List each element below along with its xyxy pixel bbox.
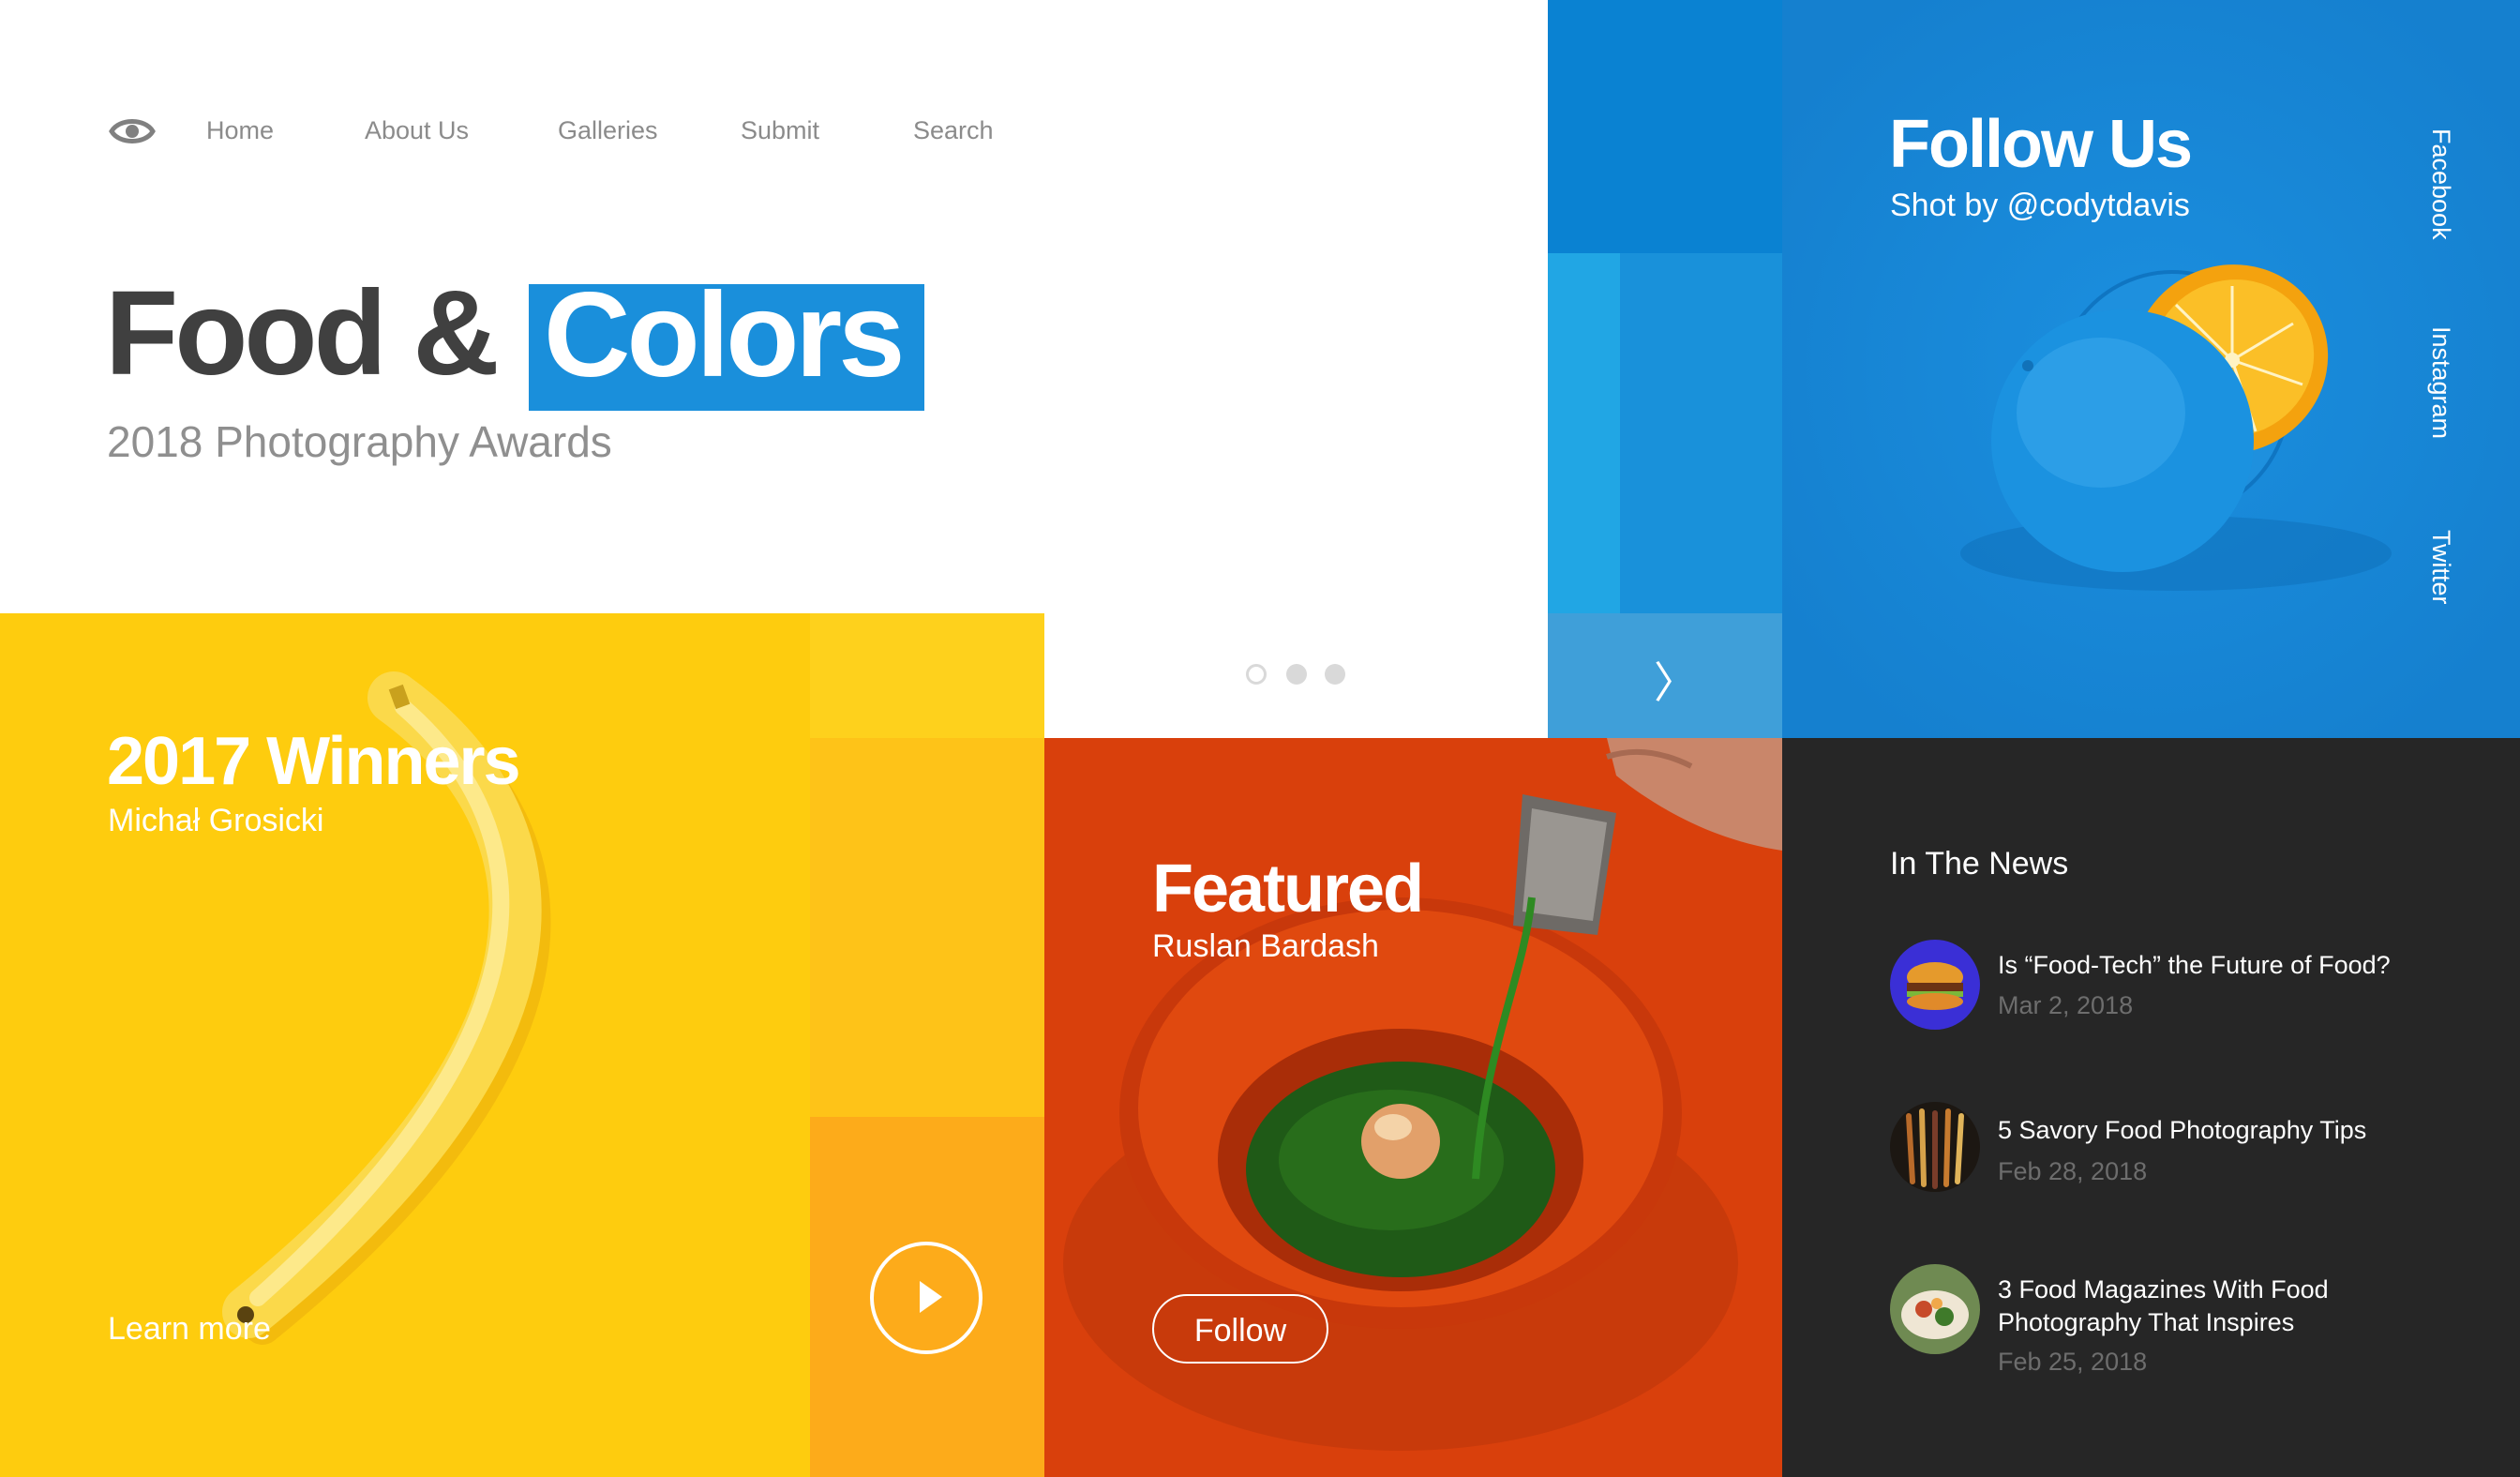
learn-more-link[interactable]: Learn more [108,1311,271,1348]
winners-title: 2017 Winners [107,724,521,799]
featured-credit: Ruslan Bardash [1152,928,1379,964]
news-thumb-burger[interactable] [1890,940,1980,1030]
news-item-title-3[interactable]: 3 Food Magazines With Food Photography T… [1998,1274,2438,1339]
news-thumb-carrots[interactable] [1890,1102,1980,1192]
nav-search[interactable]: Search [913,116,994,145]
carousel-dot-2[interactable] [1286,664,1307,685]
blue-block-top [1548,0,1782,253]
yellow-block-mid [810,738,1044,1117]
carousel-next-button[interactable]: 〉 [1548,613,1782,738]
news-heading: In The News [1890,846,2069,882]
news-item-date-2: Feb 28, 2018 [1998,1157,2148,1185]
nav-about-us[interactable]: About Us [365,116,469,145]
play-icon [920,1281,942,1313]
hero-subtitle: 2018 Photography Awards [107,417,612,466]
nav-submit[interactable]: Submit [741,116,819,145]
chevron-right-icon: 〉 [1654,658,1697,707]
nav-home[interactable]: Home [206,116,274,145]
winners-credit: Michał Grosicki [108,803,324,838]
hero-title-food: Food & [105,266,500,400]
yellow-block-top [810,613,1044,738]
social-link-instagram[interactable]: Instagram [2426,326,2455,439]
blue-strip-mid [1620,253,1782,613]
follow-button[interactable]: Follow [1152,1294,1328,1364]
carousel-dot-3[interactable] [1325,664,1345,685]
news-item-date-1: Mar 2, 2018 [1998,991,2134,1019]
play-button[interactable] [870,1242,982,1354]
social-link-twitter[interactable]: Twitter [2426,530,2455,605]
featured-panel [1044,738,1782,1477]
follow-us-title: Follow Us [1889,107,2193,182]
hero-title-colors: Colors [544,268,905,402]
green-soup-photo [1044,738,1782,1477]
news-item-title-1[interactable]: Is “Food-Tech” the Future of Food? [1998,949,2438,982]
burger-thumbnail [1890,940,1980,1030]
salad-thumbnail [1890,1264,1980,1354]
social-link-facebook[interactable]: Facebook [2426,128,2455,240]
carrots-thumbnail [1890,1102,1980,1192]
eye-logo-icon[interactable] [108,107,157,156]
carousel-dot-1[interactable] [1246,664,1267,685]
nav-galleries[interactable]: Galleries [558,116,658,145]
news-thumb-salad[interactable] [1890,1264,1980,1354]
featured-title: Featured [1152,852,1424,927]
blue-strip-light [1548,253,1620,613]
follow-us-credit: Shot by @codytdavis [1890,188,2190,223]
news-item-title-2[interactable]: 5 Savory Food Photography Tips [1998,1114,2438,1147]
news-item-date-3: Feb 25, 2018 [1998,1348,2148,1376]
